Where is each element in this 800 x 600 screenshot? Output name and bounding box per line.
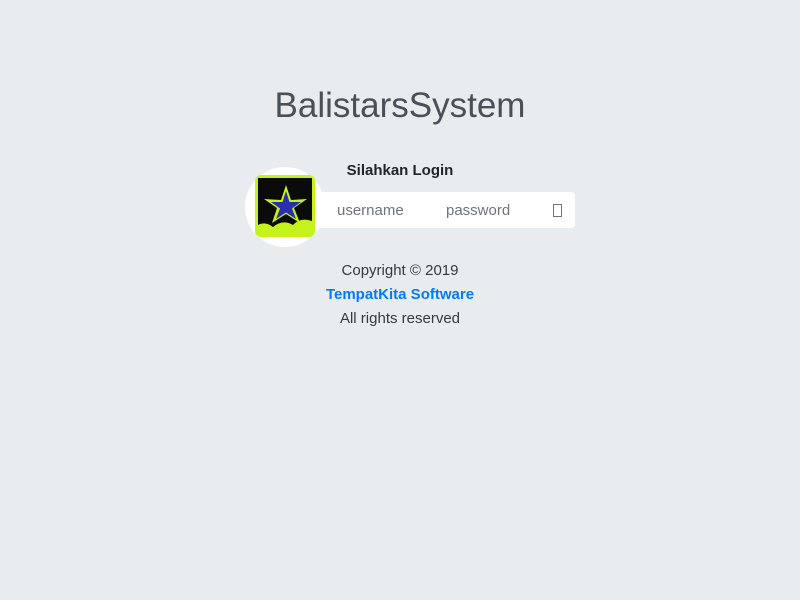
login-form — [290, 192, 575, 228]
star-logo-icon — [255, 175, 315, 237]
copyright-text: Copyright © 2019 — [341, 262, 459, 279]
avatar — [255, 175, 315, 237]
app-logo-title[interactable]: BalistarsSystem — [0, 84, 800, 128]
login-submit-button[interactable] — [551, 201, 565, 219]
login-heading: Silahkan Login — [346, 162, 454, 179]
password-input[interactable] — [446, 192, 546, 228]
arrow-right-icon — [553, 204, 562, 217]
username-input[interactable] — [337, 192, 437, 228]
login-page: BalistarsSystem Silahkan Login Copyright… — [0, 0, 800, 600]
rights-text: All rights reserved — [339, 310, 461, 327]
brand-name: Balistars — [274, 86, 409, 125]
avatar-frame — [245, 167, 325, 247]
company-link[interactable]: TempatKita Software — [326, 286, 474, 303]
brand-suffix: System — [408, 86, 526, 125]
footer: Copyright © 2019 TempatKita Software All… — [0, 259, 800, 331]
